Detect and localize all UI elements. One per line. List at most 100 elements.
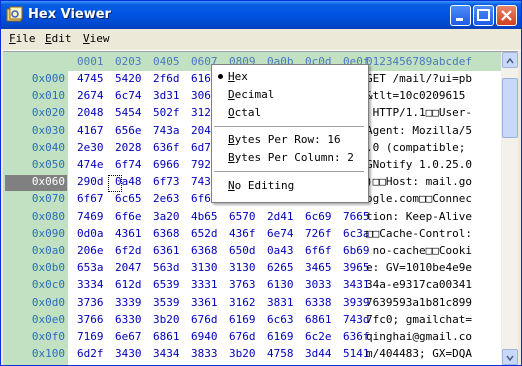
hex-cell[interactable]: 2048: [77, 106, 104, 119]
hex-cell[interactable]: 6361: [153, 244, 180, 257]
hex-cell[interactable]: 3d31: [153, 89, 180, 102]
hex-cell[interactable]: 6f6e: [115, 210, 142, 223]
hex-cell[interactable]: 3430: [115, 347, 142, 360]
hex-cell[interactable]: 656e: [115, 124, 142, 137]
hex-cell[interactable]: 6265: [267, 261, 294, 274]
menu-item-decimal[interactable]: Decimal: [228, 88, 274, 101]
hex-cell[interactable]: 2028: [115, 141, 142, 154]
hex-cell[interactable]: 636f: [153, 141, 180, 154]
scroll-thumb[interactable]: [502, 78, 518, 138]
hex-cell[interactable]: 3833: [191, 347, 218, 360]
maximize-button[interactable]: [473, 5, 494, 26]
hex-cell[interactable]: 6f67: [77, 192, 104, 205]
hex-cell[interactable]: 4167: [77, 124, 104, 137]
hex-cell[interactable]: 6c63: [267, 313, 294, 326]
hex-cell[interactable]: 3434: [153, 347, 180, 360]
hex-cell[interactable]: 6861: [153, 330, 180, 343]
hex-cell[interactable]: 3539: [153, 296, 180, 309]
hex-cell[interactable]: 653a: [77, 261, 104, 274]
hex-cell[interactable]: 0a43: [267, 244, 294, 257]
ascii-text[interactable]: 7fc0; gmailchat=: [366, 313, 472, 326]
hex-cell[interactable]: 2f6d: [153, 72, 180, 85]
hex-cell[interactable]: 7469: [77, 210, 104, 223]
hex-cell[interactable]: 3465: [305, 261, 332, 274]
ascii-text[interactable]: m/404483; GX=DQA: [366, 347, 472, 360]
hex-cell[interactable]: 3361: [191, 296, 218, 309]
hex-cell[interactable]: 206e: [77, 244, 104, 257]
menu-view[interactable]: View: [83, 32, 110, 45]
menu-file[interactable]: File: [9, 32, 36, 45]
menu-item-octal[interactable]: Octal: [228, 106, 261, 119]
hex-cell[interactable]: 2e63: [153, 192, 180, 205]
hex-cell[interactable]: 676d: [229, 330, 256, 343]
hex-cell[interactable]: 6330: [115, 313, 142, 326]
hex-cell[interactable]: 743a: [153, 124, 180, 137]
hex-cell[interactable]: 6f73: [153, 175, 180, 188]
ascii-text[interactable]: qinghai@gmail.co: [366, 330, 472, 343]
hex-cell[interactable]: 563d: [153, 261, 180, 274]
ascii-text[interactable]: tion: Keep-Alive: [366, 210, 472, 223]
hex-cell[interactable]: 502f: [153, 106, 180, 119]
hex-cell[interactable]: 6f74: [115, 158, 142, 171]
hex-cell[interactable]: 3b20: [229, 347, 256, 360]
ascii-text[interactable]: e: GV=1010be4e9e: [366, 261, 472, 274]
title-bar[interactable]: Hex Viewer: [1, 1, 521, 29]
vertical-scrollbar[interactable]: [501, 52, 518, 365]
scroll-up-button[interactable]: [502, 52, 518, 68]
hex-cell[interactable]: 0d0a: [77, 227, 104, 240]
hex-cell[interactable]: 3334: [77, 278, 104, 291]
hex-cell[interactable]: 3d44: [305, 347, 332, 360]
ascii-text[interactable]: Agent: Mozilla/5: [366, 124, 472, 137]
minimize-button[interactable]: [450, 5, 471, 26]
hex-cell[interactable]: 6d2f: [77, 347, 104, 360]
hex-cell[interactable]: 474e: [77, 158, 104, 171]
hex-cell[interactable]: 4361: [115, 227, 142, 240]
menu-item-bytes-per-row[interactable]: Bytes Per Row: 16: [228, 133, 341, 146]
hex-cell[interactable]: 3736: [77, 296, 104, 309]
ascii-text[interactable]: GNotify 1.0.25.0: [366, 158, 472, 171]
close-button[interactable]: [496, 5, 517, 26]
hex-cell[interactable]: 2d41: [267, 210, 294, 223]
hex-cell[interactable]: 6368: [191, 244, 218, 257]
hex-cell[interactable]: 4b65: [191, 210, 218, 223]
hex-cell[interactable]: 7169: [77, 330, 104, 343]
ascii-text[interactable]: □□Cache-Control:: [366, 227, 472, 240]
hex-cell[interactable]: 6e74: [267, 227, 294, 240]
hex-cell[interactable]: 652d: [191, 227, 218, 240]
hex-cell[interactable]: 6169: [229, 313, 256, 326]
hex-cell[interactable]: 290d: [77, 175, 104, 188]
hex-cell[interactable]: 6f6f: [305, 244, 332, 257]
hex-cell[interactable]: 6f2d: [115, 244, 142, 257]
hex-cell[interactable]: 3130: [191, 261, 218, 274]
menu-item-hex[interactable]: Hex: [228, 70, 248, 83]
hex-cell[interactable]: 3763: [229, 278, 256, 291]
hex-cell[interactable]: 6368: [153, 227, 180, 240]
hex-cell[interactable]: 6c65: [115, 192, 142, 205]
hex-cell[interactable]: 6861: [305, 313, 332, 326]
hex-cell[interactable]: 3831: [267, 296, 294, 309]
hex-cell[interactable]: 6966: [153, 158, 180, 171]
hex-cell[interactable]: 3339: [115, 296, 142, 309]
hex-cell[interactable]: 5454: [115, 106, 142, 119]
hex-cell[interactable]: 6c69: [305, 210, 332, 223]
hex-cell[interactable]: 6e67: [115, 330, 142, 343]
hex-cell[interactable]: 3033: [305, 278, 332, 291]
hex-cell[interactable]: 6940: [191, 330, 218, 343]
hex-cell[interactable]: 726f: [305, 227, 332, 240]
hex-cell[interactable]: 6539: [153, 278, 180, 291]
ascii-text[interactable]: 7639593a1b81c899: [366, 296, 472, 309]
scroll-down-button[interactable]: [502, 349, 518, 365]
hex-cell[interactable]: 4758: [267, 347, 294, 360]
ascii-text[interactable]: .0 (compatible;: [366, 141, 465, 154]
menu-item-bytes-per-column[interactable]: Bytes Per Column: 2: [228, 151, 354, 164]
hex-cell[interactable]: 612d: [115, 278, 142, 291]
ascii-text[interactable]: GET /mail/?ui=pb: [366, 72, 472, 85]
hex-cell[interactable]: 3a20: [153, 210, 180, 223]
hex-cell[interactable]: 3162: [229, 296, 256, 309]
menu-edit[interactable]: Edit: [45, 32, 72, 45]
hex-cell[interactable]: 676d: [191, 313, 218, 326]
hex-cell[interactable]: 6130: [267, 278, 294, 291]
hex-cell[interactable]: 3331: [191, 278, 218, 291]
ascii-text[interactable]: 34a-e9317ca00341: [366, 278, 472, 291]
hex-cell[interactable]: 650d: [229, 244, 256, 257]
